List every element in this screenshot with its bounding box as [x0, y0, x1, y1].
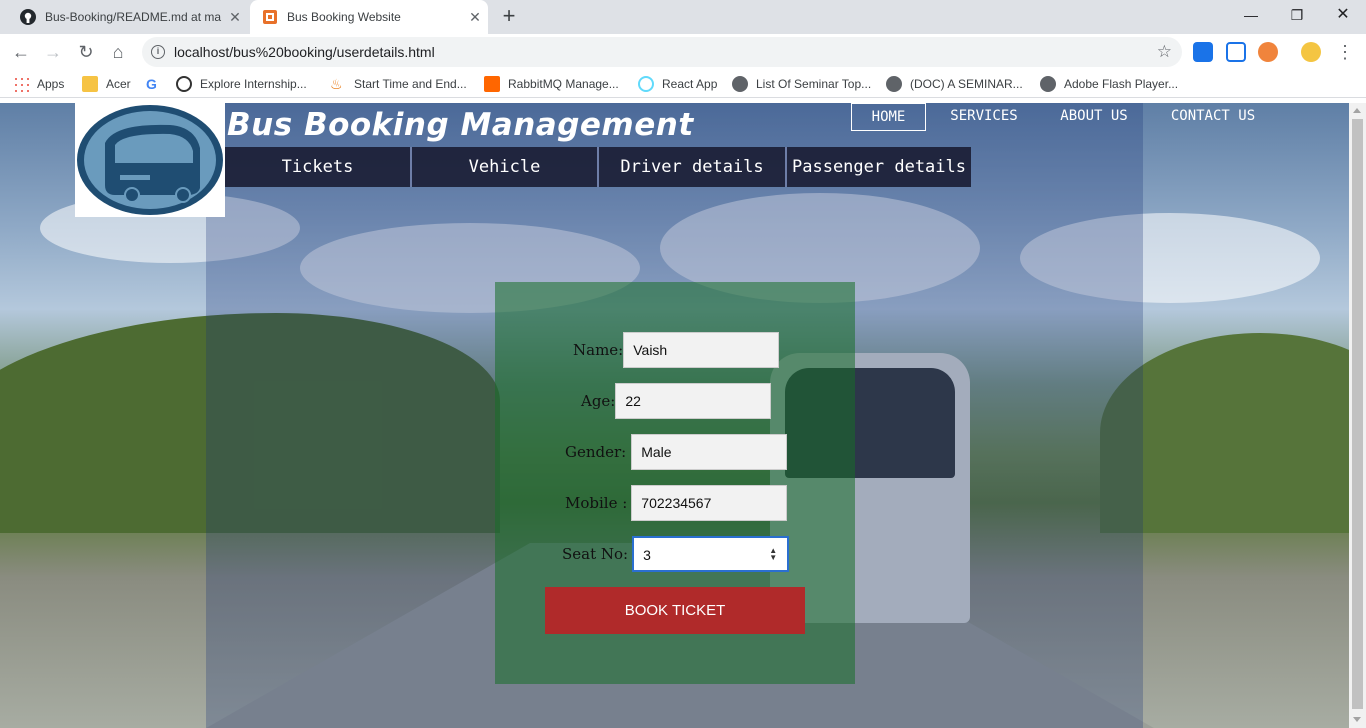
bookmark-internship[interactable]: Explore Internship... [176, 75, 307, 93]
name-label: Name: [573, 341, 624, 359]
close-icon[interactable]: ✕ [222, 9, 248, 26]
subnav-tickets[interactable]: Tickets [225, 147, 412, 187]
bookmark-label: Adobe Flash Player... [1064, 77, 1179, 91]
chrome-menu-icon[interactable]: ⋮ [1336, 40, 1354, 64]
bookmark-acer[interactable]: Acer [82, 75, 131, 93]
restore-icon[interactable]: ❐ [1274, 0, 1320, 30]
subnav-vehicle[interactable]: Vehicle [412, 147, 599, 187]
github-icon [20, 9, 36, 25]
new-tab-button[interactable]: + [497, 5, 521, 29]
scrollbar-thumb[interactable] [1352, 119, 1363, 709]
seat-number-value: 3 [643, 547, 651, 563]
mobile-input[interactable]: 702234567 [631, 485, 788, 521]
scroll-down-icon[interactable] [1353, 717, 1361, 722]
seat-row: Seat No: 3 ▲ ▼ [562, 536, 790, 572]
bookmark-label: Start Time and End... [354, 77, 467, 91]
mobile-row: Mobile : 702234567 [565, 485, 788, 521]
google-icon: G [146, 76, 157, 92]
bookmark-label: RabbitMQ Manage... [508, 77, 619, 91]
nav-about-link[interactable]: ABOUT US [1052, 103, 1136, 131]
extension-orange-icon[interactable] [1258, 42, 1278, 62]
info-icon[interactable]: i [151, 45, 165, 59]
spinner-arrows-icon[interactable]: ▲ ▼ [769, 547, 777, 562]
sub-nav: Tickets Vehicle Driver details Passenger… [225, 147, 971, 187]
address-bar[interactable]: i localhost/bus%20booking/userdetails.ht… [142, 37, 1182, 67]
seat-number-input[interactable]: 3 ▲ ▼ [632, 536, 790, 572]
minimize-icon[interactable]: — [1228, 0, 1274, 30]
tab-strip: Bus-Booking/README.md at ma ✕ Bus Bookin… [0, 0, 1366, 34]
home-icon[interactable]: ⌂ [106, 40, 130, 64]
internshala-icon [176, 76, 192, 92]
tab-title: Bus-Booking/README.md at ma [45, 10, 222, 24]
gender-row: Gender: Male [565, 434, 788, 470]
name-input[interactable]: Vaish [623, 332, 780, 368]
close-icon[interactable]: ✕ [462, 9, 488, 26]
bookmarks-bar: Apps Acer G Explore Internship... ♨ Star… [0, 70, 1366, 98]
subnav-driver-details[interactable]: Driver details [599, 147, 787, 187]
age-label: Age: [581, 392, 616, 410]
nav-home-link[interactable]: HOME [851, 103, 926, 131]
page-scrollbar[interactable] [1349, 103, 1366, 728]
bookmark-label: Apps [37, 77, 65, 91]
back-icon[interactable]: ← [9, 40, 33, 64]
tab-github-readme[interactable]: Bus-Booking/README.md at ma ✕ [8, 0, 248, 34]
subnav-passenger-details[interactable]: Passenger details [787, 147, 971, 187]
globe-icon [886, 76, 902, 92]
age-input[interactable]: 22 [615, 383, 772, 419]
forward-icon[interactable]: → [41, 40, 65, 64]
bookmark-doc-seminar[interactable]: (DOC) A SEMINAR... [886, 75, 1023, 93]
age-row: Age: 22 [581, 383, 772, 419]
bookmark-label: Explore Internship... [200, 77, 307, 91]
nav-contact-link[interactable]: CONTACT US [1162, 103, 1264, 131]
close-window-icon[interactable]: ✕ [1320, 0, 1366, 30]
name-row: Name: Vaish [573, 332, 780, 368]
reload-icon[interactable]: ↻ [74, 40, 98, 64]
profile-avatar-icon[interactable] [1301, 42, 1321, 62]
extension-translate-icon[interactable] [1226, 42, 1246, 62]
bookmark-flash-player[interactable]: Adobe Flash Player... [1040, 75, 1178, 93]
bus-logo-icon [77, 105, 223, 215]
seat-label: Seat No: [562, 545, 629, 563]
bookmark-label: Acer [106, 77, 131, 91]
apps-grid-icon [13, 76, 29, 92]
bookmark-start-time[interactable]: ♨ Start Time and End... [330, 75, 467, 93]
gender-input[interactable]: Male [631, 434, 788, 470]
url-text[interactable]: localhost/bus%20booking/userdetails.html [174, 44, 435, 60]
site-logo [75, 103, 225, 217]
folder-icon [82, 76, 98, 92]
book-ticket-button[interactable]: BOOK TICKET [545, 587, 805, 634]
bookmark-rabbitmq[interactable]: RabbitMQ Manage... [484, 75, 619, 93]
html-page-icon [263, 10, 277, 24]
scroll-up-icon[interactable] [1353, 108, 1361, 113]
mobile-label: Mobile : [565, 494, 628, 512]
globe-icon [732, 76, 748, 92]
browser-toolbar: ← → ↻ ⌂ i localhost/bus%20booking/userde… [0, 34, 1366, 70]
bookmark-label: (DOC) A SEMINAR... [910, 77, 1023, 91]
bookmark-label: List Of Seminar Top... [756, 77, 872, 91]
tab-bus-booking[interactable]: Bus Booking Website ✕ [250, 0, 488, 34]
bookmark-seminar-topics[interactable]: List Of Seminar Top... [732, 75, 871, 93]
bookmark-react-app[interactable]: React App [638, 75, 717, 93]
react-icon [638, 76, 654, 92]
java-icon: ♨ [330, 76, 343, 92]
gender-label: Gender: [565, 443, 627, 461]
nav-services-link[interactable]: SERVICES [940, 103, 1028, 131]
site-title: Bus Booking Management [227, 107, 694, 143]
rabbitmq-icon [484, 76, 500, 92]
tab-title: Bus Booking Website [287, 10, 401, 24]
bookmark-apps[interactable]: Apps [13, 75, 64, 93]
globe-icon [1040, 76, 1056, 92]
bookmark-star-icon[interactable]: ☆ [1157, 42, 1172, 62]
extension-drive-icon[interactable] [1193, 42, 1213, 62]
bookmark-google[interactable]: G [146, 75, 170, 93]
page-viewport: Bus Booking Management HOME SERVICES ABO… [0, 103, 1349, 728]
bookmark-label: React App [662, 77, 718, 91]
